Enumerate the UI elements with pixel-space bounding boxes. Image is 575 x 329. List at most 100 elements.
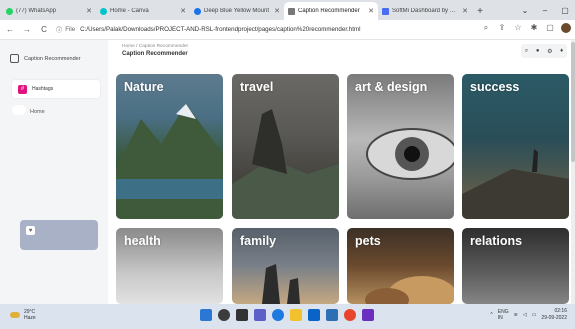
category-card-success[interactable]: success (462, 74, 569, 219)
category-label: Nature (124, 80, 164, 94)
task-view-icon[interactable] (236, 309, 248, 321)
tab-title: SoftMi Dashboard by Cre (392, 8, 460, 14)
category-card-pets[interactable]: pets (347, 228, 454, 304)
page-title: Caption Recommender (122, 51, 188, 57)
close-icon[interactable]: ✕ (180, 7, 186, 15)
bell-icon[interactable]: ♦ (560, 48, 563, 54)
canva-icon (100, 7, 107, 15)
edge-icon[interactable] (272, 309, 284, 321)
search-icon[interactable]: ⌕ (481, 23, 491, 33)
page-icon (382, 7, 389, 15)
traveler-image (232, 109, 339, 219)
taskbar: 29°C Haze ^ ENG IN ≋ ◁ ▭ 02:16 29-09-202… (0, 304, 575, 329)
search-icon[interactable] (218, 309, 230, 321)
file-explorer-icon[interactable] (290, 309, 302, 321)
page-header: Home / Caption Recommender Caption Recom… (122, 44, 188, 57)
minimize-button[interactable]: – (535, 0, 555, 20)
help-card[interactable]: ♥ (20, 220, 98, 250)
tab-canva[interactable]: Home - Canva ✕ (96, 2, 190, 20)
weather-widget[interactable]: 29°C Haze (10, 309, 36, 321)
category-card-travel[interactable]: travel (232, 74, 339, 219)
address-bar[interactable]: ⓘ File C:/Users/Palak/Downloads/PROJECT-… (56, 23, 476, 37)
star-icon[interactable]: ☆ (513, 23, 523, 33)
chevron-up-icon[interactable]: ^ (490, 312, 492, 318)
close-icon[interactable]: ✕ (274, 7, 280, 15)
category-label: pets (355, 234, 381, 248)
system-tray: ^ ENG IN ≋ ◁ ▭ 02:16 29-09-2022 (490, 308, 567, 321)
maximize-button[interactable]: ▢ (555, 0, 575, 20)
chat-icon[interactable] (254, 309, 266, 321)
category-label: success (470, 80, 520, 94)
forward-button[interactable]: → (20, 23, 34, 37)
tab-title: Caption Recommender (298, 8, 360, 14)
summit-image (462, 149, 569, 219)
volume-icon[interactable]: ◁ (523, 312, 527, 318)
category-label: art & design (355, 80, 428, 94)
tab-whatsapp[interactable]: (77) WhatsApp ✕ (2, 2, 96, 20)
toolbar-icons: ⌕ ⇪ ☆ ✱ ▢ (481, 23, 571, 33)
sidebar: Caption Recommender # Hashtags Home ♥ (0, 40, 108, 304)
hashtag-icon: # (18, 84, 27, 94)
category-card-nature[interactable]: Nature (116, 74, 223, 219)
tab-strip: (77) WhatsApp ✕ Home - Canva ✕ Deep Blue… (0, 0, 575, 20)
browser-toolbar: ← → C ⓘ File C:/Users/Palak/Downloads/PR… (0, 20, 575, 40)
brand-name: Caption Recommender (24, 55, 81, 62)
chrome-icon[interactable] (344, 309, 356, 321)
taskbar-apps (200, 309, 374, 321)
browser-window: (77) WhatsApp ✕ Home - Canva ✕ Deep Blue… (0, 0, 575, 329)
wifi-icon[interactable]: ≋ (514, 312, 518, 318)
brand[interactable]: Caption Recommender (10, 54, 81, 63)
whatsapp-icon (6, 7, 13, 15)
header-actions: ⌕ ● ⚙ ♦ (521, 44, 567, 58)
region-code: IN (497, 314, 503, 321)
breadcrumb[interactable]: Home / Caption Recommender (122, 44, 188, 49)
close-icon[interactable]: ✕ (368, 7, 374, 15)
tab-search-icon[interactable]: ⌄ (515, 0, 535, 20)
store-icon[interactable] (308, 309, 320, 321)
file-label: File (65, 26, 76, 33)
scrollbar-thumb[interactable] (571, 42, 575, 162)
share-icon[interactable]: ⇪ (497, 23, 507, 33)
sidebar-item-label: Hashtags (32, 86, 54, 92)
close-icon[interactable]: ✕ (86, 7, 92, 15)
close-icon[interactable]: ✕ (462, 7, 468, 15)
page-scrollbar[interactable] (571, 40, 575, 304)
split-icon[interactable]: ▢ (545, 23, 555, 33)
gear-icon[interactable]: ⚙ (547, 48, 552, 55)
battery-icon[interactable]: ▭ (532, 312, 537, 318)
clock[interactable]: 02:16 29-09-2022 (541, 308, 567, 321)
help-icon: ♥ (26, 226, 35, 235)
back-button[interactable]: ← (3, 23, 17, 37)
category-card-family[interactable]: family (232, 228, 339, 304)
eye-image (366, 128, 454, 180)
tab-title: Deep Blue Yellow Mount (204, 8, 270, 14)
user-icon[interactable]: ● (536, 48, 540, 54)
page-icon (288, 7, 295, 15)
category-label: relations (470, 234, 523, 248)
new-tab-button[interactable]: + (472, 2, 488, 20)
reload-button[interactable]: C (37, 23, 51, 37)
sidebar-item-hashtags[interactable]: # Hashtags (12, 80, 100, 98)
search-icon[interactable]: ⌕ (525, 48, 528, 55)
window-controls: ⌄ – ▢ (515, 0, 575, 20)
app-content: Caption Recommender # Hashtags Home ♥ Ho… (0, 40, 575, 304)
extensions-icon[interactable]: ✱ (529, 23, 539, 33)
sidebar-toggle[interactable] (12, 105, 26, 115)
weather-desc: Haze (24, 315, 36, 321)
category-card-relations[interactable]: relations (462, 228, 569, 304)
tab-caption-recommender[interactable]: Caption Recommender ✕ (284, 2, 378, 20)
tab-softui[interactable]: SoftMi Dashboard by Cre ✕ (378, 2, 472, 20)
sidebar-item-home[interactable]: Home (30, 109, 45, 115)
tab-deep-blue[interactable]: Deep Blue Yellow Mount ✕ (190, 2, 284, 20)
profile-avatar[interactable] (561, 23, 571, 33)
globe-icon (194, 7, 201, 15)
info-icon[interactable]: ⓘ (56, 25, 62, 34)
app-icon[interactable] (362, 309, 374, 321)
windows-start-icon[interactable] (200, 309, 212, 321)
language-indicator[interactable]: ENG IN (498, 309, 509, 321)
lang-code: ENG (497, 308, 509, 315)
url-text[interactable]: C:/Users/Palak/Downloads/PROJECT-AND-RSL… (80, 26, 360, 33)
category-card-health[interactable]: health (116, 228, 223, 304)
mail-icon[interactable] (326, 309, 338, 321)
category-card-art[interactable]: art & design (347, 74, 454, 219)
